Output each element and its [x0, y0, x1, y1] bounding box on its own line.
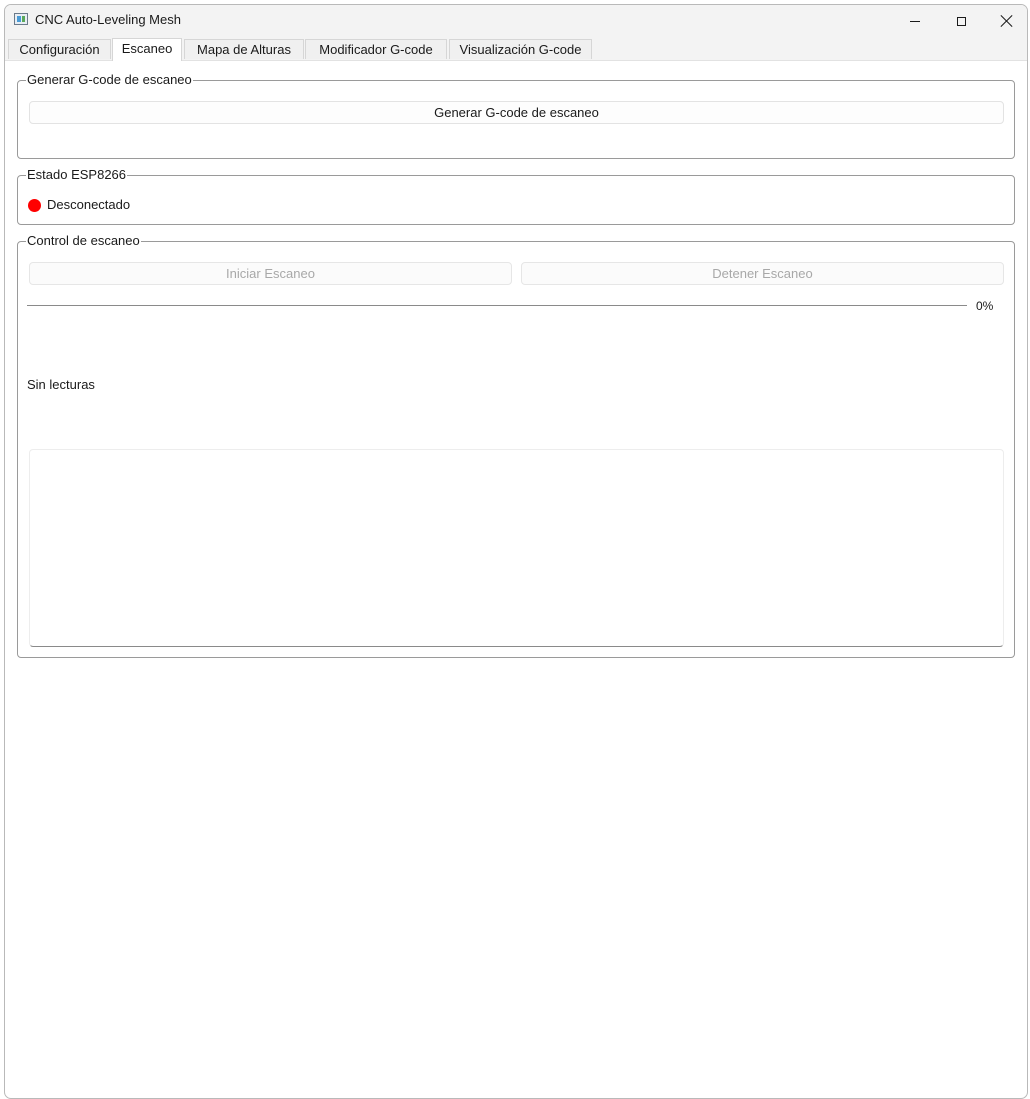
scan-control-group: Control de escaneo Iniciar Escaneo Deten…: [17, 233, 1015, 658]
close-icon: [1001, 15, 1013, 27]
tab-bar: Configuración Escaneo Mapa de Alturas Mo…: [5, 38, 1027, 61]
esp-status-group: Estado ESP8266 Desconectado: [17, 167, 1015, 225]
maximize-button[interactable]: [938, 5, 984, 37]
connection-status-label: Desconectado: [47, 197, 131, 212]
scan-progress-label: 0%: [976, 299, 994, 313]
scan-control-group-title: Control de escaneo: [26, 233, 141, 249]
scan-progress-bar: [27, 305, 967, 306]
tab-escaneo[interactable]: Escaneo: [112, 38, 182, 61]
generate-gcode-group-title: Generar G-code de escaneo: [26, 72, 193, 88]
close-button[interactable]: [984, 5, 1027, 37]
tab-visualizacion-gcode[interactable]: Visualización G-code: [449, 39, 592, 59]
status-indicator-icon: [28, 199, 41, 212]
generate-gcode-group: Generar G-code de escaneo Generar G-code…: [17, 72, 1015, 159]
scan-log-textarea[interactable]: [29, 449, 1004, 647]
maximize-icon: [956, 16, 966, 26]
minimize-button[interactable]: [892, 5, 938, 37]
readings-label: Sin lecturas: [27, 377, 95, 392]
generate-gcode-button[interactable]: Generar G-code de escaneo: [29, 101, 1004, 124]
tab-mapa-de-alturas[interactable]: Mapa de Alturas: [184, 39, 304, 59]
title-bar: CNC Auto-Leveling Mesh: [5, 5, 1027, 38]
start-scan-button[interactable]: Iniciar Escaneo: [29, 262, 512, 285]
tab-modificador-gcode[interactable]: Modificador G-code: [305, 39, 447, 59]
esp-status-group-title: Estado ESP8266: [26, 167, 128, 183]
app-icon: [14, 13, 28, 25]
stop-scan-button[interactable]: Detener Escaneo: [521, 262, 1004, 285]
minimize-icon: [910, 20, 920, 22]
app-window: CNC Auto-Leveling Mesh Configuración Esc…: [4, 4, 1028, 1099]
tab-configuracion[interactable]: Configuración: [8, 39, 111, 59]
window-title: CNC Auto-Leveling Mesh: [35, 12, 181, 27]
